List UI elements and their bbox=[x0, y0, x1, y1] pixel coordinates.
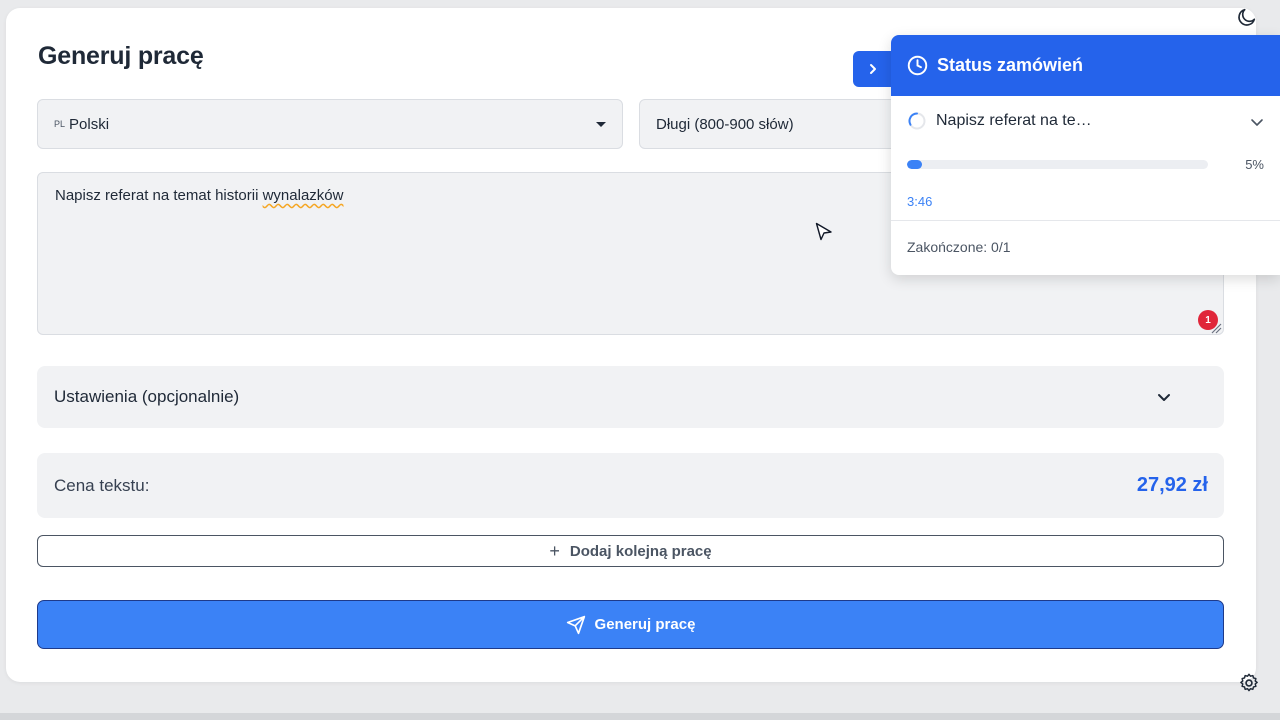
price-row: Cena tekstu: 27,92 zł bbox=[37, 453, 1224, 518]
language-value: Polski bbox=[69, 115, 110, 133]
gear-icon[interactable] bbox=[1238, 672, 1260, 694]
length-value: Długi (800-900 słów) bbox=[656, 115, 794, 133]
add-work-label: Dodaj kolejną pracę bbox=[569, 542, 712, 560]
price-value: 27,92 zł bbox=[1136, 474, 1208, 496]
chevron-down-icon bbox=[1158, 394, 1170, 401]
language-select[interactable]: PL Polski bbox=[37, 99, 623, 149]
prompt-flagged-word: wynalazków bbox=[262, 187, 344, 204]
order-title: Napisz referat na te… bbox=[936, 112, 1092, 129]
order-item[interactable]: Napisz referat na te… 5% 3:46 bbox=[891, 96, 1280, 221]
status-panel: Status zamówień Napisz referat na te… 5%… bbox=[891, 35, 1280, 275]
chevron-down-icon[interactable] bbox=[1250, 115, 1264, 129]
completed-count: Zakończone: 0/1 bbox=[907, 239, 1011, 255]
chevron-right-icon bbox=[870, 64, 876, 74]
page-title: Generuj pracę bbox=[38, 42, 204, 70]
prompt-text: Napisz referat na temat historii bbox=[55, 187, 263, 204]
moon-icon[interactable] bbox=[1236, 6, 1258, 28]
price-label: Cena tekstu: bbox=[54, 475, 150, 495]
spinner-icon bbox=[908, 112, 926, 130]
mouse-cursor-icon bbox=[815, 222, 832, 241]
add-work-button[interactable]: + Dodaj kolejną pracę bbox=[37, 535, 1224, 567]
generate-button[interactable]: Generuj pracę bbox=[37, 600, 1224, 649]
order-progress-label: 5% bbox=[1245, 157, 1264, 172]
clock-icon bbox=[907, 55, 928, 76]
caret-down-icon bbox=[596, 122, 606, 127]
status-panel-title: Status zamówień bbox=[937, 55, 1084, 75]
resize-handle-icon[interactable] bbox=[1210, 322, 1222, 334]
send-icon bbox=[566, 615, 585, 634]
generate-label: Generuj pracę bbox=[594, 616, 696, 633]
order-progress-fill bbox=[907, 160, 923, 169]
order-progress-bar bbox=[907, 160, 1208, 169]
order-time: 3:46 bbox=[907, 194, 933, 209]
bottom-bar bbox=[0, 713, 1280, 720]
status-panel-toggle[interactable] bbox=[853, 51, 893, 87]
settings-accordion[interactable]: Ustawienia (opcjonalnie) bbox=[37, 366, 1224, 428]
language-code: PL bbox=[54, 119, 66, 129]
plus-icon: + bbox=[549, 540, 560, 561]
status-panel-header: Status zamówień bbox=[891, 35, 1280, 96]
settings-label: Ustawienia (opcjonalnie) bbox=[54, 387, 240, 406]
